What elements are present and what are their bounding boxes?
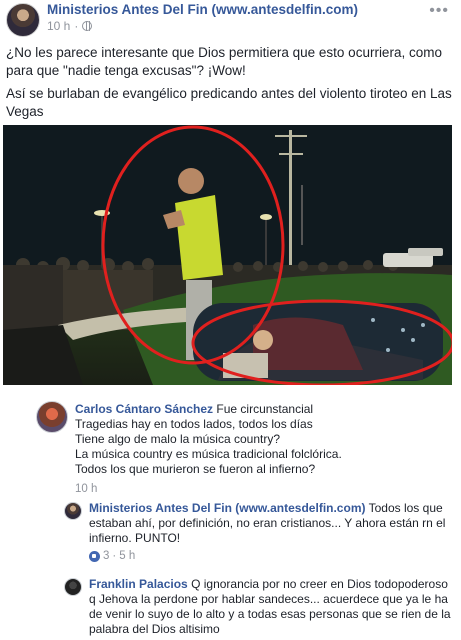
post-text-paragraph-1: ¿No les parece interesante que Dios perm… <box>6 45 442 78</box>
commenter-avatar[interactable] <box>36 401 68 433</box>
like-reaction-icon <box>89 550 100 562</box>
reply-body: Franklin Palacios Q ignorancia por no cr… <box>89 577 454 637</box>
comment-line: Todos los que murieron se fueron al infi… <box>75 462 316 476</box>
post-text-paragraph-2: Así se burlaban de evangélico predicando… <box>6 86 452 119</box>
post-meta: 10 h · <box>47 19 93 33</box>
reply-meta: 3 · 5 h <box>89 550 135 562</box>
comment-body: Carlos Cántaro Sánchez Fue circunstancia… <box>75 402 455 477</box>
post-header: Ministerios Antes Del Fin (www.antesdelf… <box>0 0 461 40</box>
post-time[interactable]: 10 h <box>47 19 70 33</box>
reply-author-link[interactable]: Ministerios Antes Del Fin (www.antesdelf… <box>89 501 365 515</box>
comment-line: Fue circunstancial <box>216 402 314 416</box>
globe-icon <box>82 21 93 31</box>
page-avatar[interactable] <box>6 3 40 37</box>
meta-separator: · <box>112 550 117 562</box>
comment-time[interactable]: 10 h <box>75 483 97 495</box>
comment-line: La música country es música tradicional … <box>75 447 342 461</box>
more-options-icon[interactable]: ••• <box>429 2 449 20</box>
page-name-link[interactable]: Ministerios Antes Del Fin (www.antesdelf… <box>47 2 358 17</box>
comment-line: Tragedias hay en todos lados, todos los … <box>75 417 313 431</box>
reply-body: Ministerios Antes Del Fin (www.antesdelf… <box>89 501 449 546</box>
reply-author-link[interactable]: Franklin Palacios <box>89 577 188 591</box>
reply-avatar[interactable] <box>64 578 82 596</box>
post-image-scene <box>3 125 452 385</box>
comment-line: Tiene algo de malo la música country? <box>75 432 280 446</box>
commenter-name-link[interactable]: Carlos Cántaro Sánchez <box>75 402 213 416</box>
meta-separator: · <box>74 19 79 33</box>
post-image[interactable] <box>3 125 452 385</box>
reply-time[interactable]: 5 h <box>119 550 135 562</box>
reaction-count[interactable]: 3 <box>103 550 109 562</box>
reply-avatar[interactable] <box>64 502 82 520</box>
